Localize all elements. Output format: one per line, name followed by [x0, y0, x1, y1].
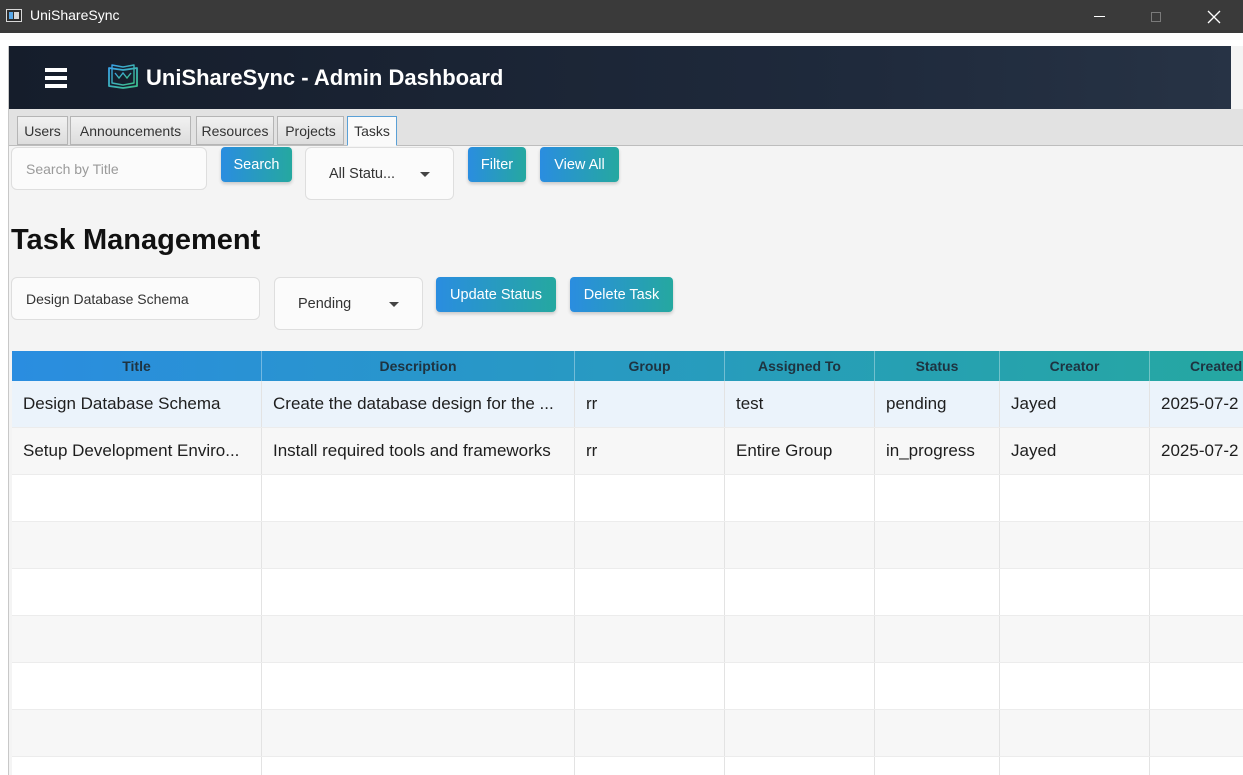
cell-description: Create the database design for the ...: [262, 381, 575, 427]
column-header-status[interactable]: Status: [875, 351, 1000, 381]
tab-bar: Users Announcements Resources Projects T…: [9, 109, 1243, 146]
tab-users[interactable]: Users: [17, 116, 68, 145]
empty-table-row: [12, 757, 1243, 775]
cell-creator: Jayed: [1000, 428, 1150, 474]
update-status-button[interactable]: Update Status: [436, 277, 556, 312]
empty-table-row: [12, 710, 1243, 757]
cell-title: Design Database Schema: [12, 381, 262, 427]
table-header: Title Description Group Assigned To Stat…: [12, 351, 1243, 381]
tab-announcements[interactable]: Announcements: [70, 116, 191, 145]
header-title: UniShareSync - Admin Dashboard: [146, 65, 504, 90]
chevron-down-icon: [420, 171, 430, 177]
cell-status: in_progress: [875, 428, 1000, 474]
book-icon: [108, 64, 138, 89]
empty-table-row: [12, 616, 1243, 663]
cell-status: pending: [875, 381, 1000, 427]
column-header-group[interactable]: Group: [575, 351, 725, 381]
view-all-button[interactable]: View All: [540, 147, 619, 182]
cell-assigned-to: test: [725, 381, 875, 427]
cell-created: 2025-07-2: [1150, 381, 1243, 427]
chevron-down-icon: [389, 301, 399, 307]
close-icon[interactable]: [1185, 0, 1243, 33]
column-header-creator[interactable]: Creator: [1000, 351, 1150, 381]
empty-table-row: [12, 522, 1243, 569]
column-header-created[interactable]: Created: [1150, 351, 1243, 381]
dashboard-header: UniShareSync - Admin Dashboard: [9, 46, 1231, 109]
app-window-icon: [6, 9, 22, 22]
search-input[interactable]: [11, 147, 207, 190]
cell-creator: Jayed: [1000, 381, 1150, 427]
page-title: Task Management: [11, 224, 261, 256]
table-body: Design Database Schema Create the databa…: [12, 381, 1243, 775]
empty-table-row: [12, 663, 1243, 710]
maximize-icon[interactable]: [1127, 0, 1185, 33]
minimize-icon[interactable]: [1070, 0, 1128, 33]
window-titlebar: UniShareSync: [0, 0, 1243, 33]
delete-task-button[interactable]: Delete Task: [570, 277, 673, 312]
cell-group: rr: [575, 381, 725, 427]
empty-table-row: [12, 475, 1243, 522]
search-button[interactable]: Search: [221, 147, 292, 182]
task-title-field[interactable]: [11, 277, 260, 320]
app-frame: UniShareSync - Admin Dashboard Users Ann…: [8, 46, 1243, 775]
cell-created: 2025-07-2: [1150, 428, 1243, 474]
table-row[interactable]: Setup Development Enviro... Install requ…: [12, 428, 1243, 475]
task-table[interactable]: Title Description Group Assigned To Stat…: [12, 351, 1243, 775]
window-title: UniShareSync: [30, 7, 120, 23]
status-filter-value: All Statu...: [329, 165, 396, 182]
column-header-title[interactable]: Title: [12, 351, 262, 381]
cell-description: Install required tools and frameworks: [262, 428, 575, 474]
task-status-dropdown[interactable]: Pending: [274, 277, 423, 330]
cell-title: Setup Development Enviro...: [12, 428, 262, 474]
tab-projects[interactable]: Projects: [277, 116, 344, 145]
hamburger-menu-icon[interactable]: [45, 68, 67, 88]
column-header-description[interactable]: Description: [262, 351, 575, 381]
table-row[interactable]: Design Database Schema Create the databa…: [12, 381, 1243, 428]
tab-tasks[interactable]: Tasks: [347, 116, 397, 146]
empty-table-row: [12, 569, 1243, 616]
cell-assigned-to: Entire Group: [725, 428, 875, 474]
column-header-assigned-to[interactable]: Assigned To: [725, 351, 875, 381]
tab-resources[interactable]: Resources: [196, 116, 274, 145]
filter-button[interactable]: Filter: [468, 147, 526, 182]
status-filter-dropdown[interactable]: All Statu...: [305, 147, 454, 200]
cell-group: rr: [575, 428, 725, 474]
task-status-value: Pending: [298, 295, 352, 312]
